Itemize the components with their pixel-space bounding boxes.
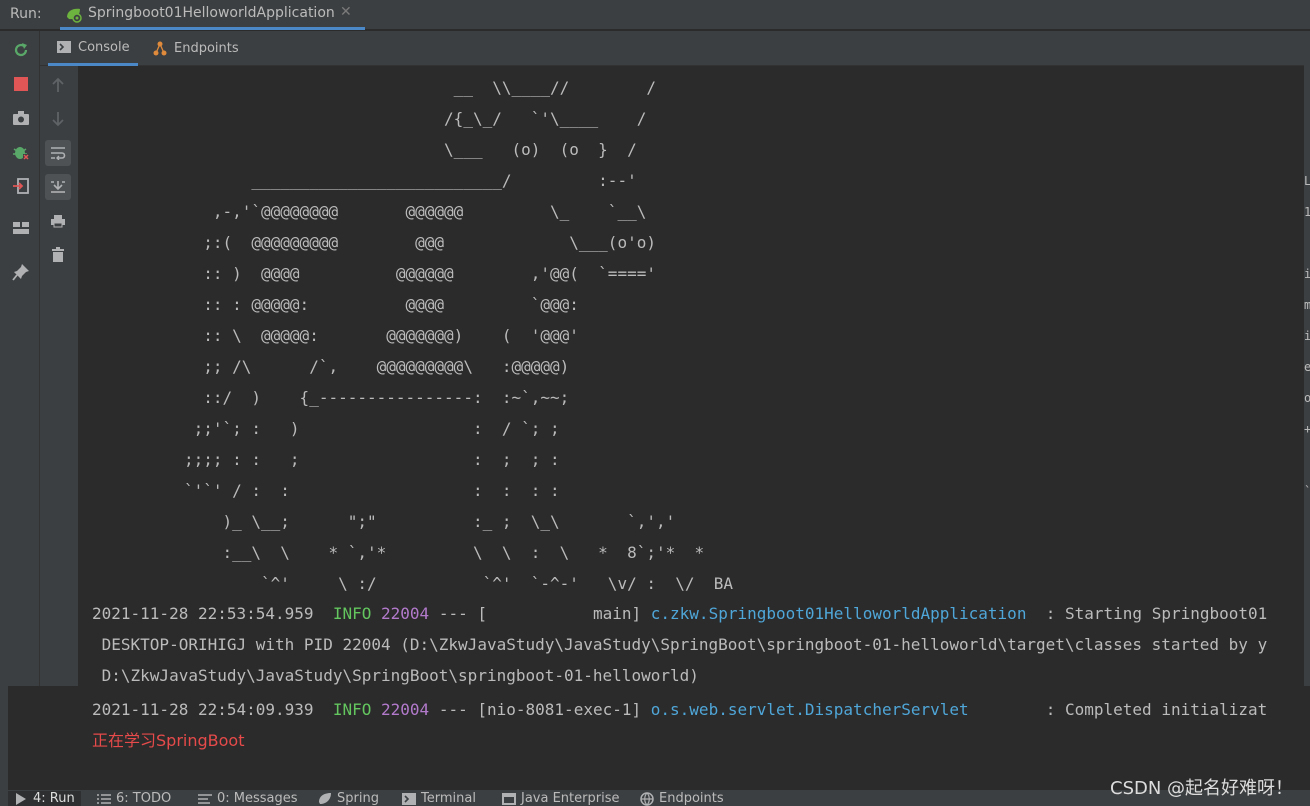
camera-icon[interactable] xyxy=(10,107,32,129)
run-toolbar xyxy=(0,31,40,686)
log-thread: [nio-8081-exec-1] xyxy=(477,700,642,719)
log-message: : Starting Springboot01 xyxy=(1036,604,1268,623)
arrow-up-icon[interactable] xyxy=(45,72,71,98)
log-pid: 22004 xyxy=(381,700,430,719)
log-line-dispatcher: 2021-11-28 22:54:09.939 INFO 22004 --- [… xyxy=(92,694,1267,725)
bottom-tab-messages-label: 0: Messages xyxy=(217,791,298,806)
bottom-tab-spring[interactable]: Spring xyxy=(318,791,379,806)
layout-icon[interactable] xyxy=(10,217,32,239)
edge-char: 1 xyxy=(1304,205,1310,219)
bottom-tab-spring-label: Spring xyxy=(337,791,379,806)
log-sep: --- xyxy=(438,604,468,623)
banner-line: ,-,'`@@@@@@@@ @@@@@@ \_ `__\ xyxy=(78,202,647,221)
banner-line: ::/ ) {_----------------: :~`,~~; xyxy=(78,388,570,407)
run-label: Run: xyxy=(10,6,42,22)
bottom-tab-run[interactable]: 4: Run xyxy=(8,791,81,806)
banner-line: \___ (o) (o } / xyxy=(78,140,637,159)
rerun-icon[interactable] xyxy=(10,39,32,61)
log-thread: [ main] xyxy=(477,604,642,623)
banner-line: :: ) @@@@ @@@@@@ ,'@@( `====' xyxy=(78,264,656,283)
banner-line: ;; /\ /`, @@@@@@@@@\ :@@@@@) xyxy=(78,357,570,376)
run-config-tab[interactable]: Springboot01HelloworldApplication ✕ xyxy=(60,0,365,30)
bottom-tab-terminal-label: Terminal xyxy=(421,791,476,806)
edge-char: e xyxy=(1304,360,1310,374)
bottom-tab-endpoints[interactable]: Endpoints xyxy=(640,791,724,806)
banner-line: `^' \ :/ `^' `-^-' \v/ : \/ BA xyxy=(78,574,734,593)
log-timestamp: 2021-11-28 22:54:09.939 xyxy=(92,700,314,719)
banner-line: )_ \__; ";" :_ ; \_\ `,',' xyxy=(78,512,676,531)
banner-line: `'`' / : : : : : : xyxy=(78,481,560,500)
run-sub-tabs: Console Endpoints xyxy=(40,31,1310,66)
run-tool-window-header: Run: Springboot01HelloworldApplication ✕ xyxy=(0,0,1310,30)
log-logger: c.zkw.Springboot01HelloworldApplication xyxy=(650,604,1027,623)
log-level: INFO xyxy=(332,604,372,623)
tab-endpoints[interactable]: Endpoints xyxy=(144,31,244,66)
tab-console-label: Console xyxy=(78,39,130,55)
edge-char: o xyxy=(1304,391,1310,405)
log-level: INFO xyxy=(332,700,372,719)
scroll-to-end-icon[interactable] xyxy=(45,174,71,200)
edge-char: L xyxy=(1304,174,1310,188)
log-line-continuation-1: DESKTOP-ORIHIGJ with PID 22004 (D:\ZkwJa… xyxy=(92,635,1268,654)
log-logger: o.s.web.servlet.DispatcherServlet xyxy=(650,700,969,719)
bottom-tab-todo[interactable]: 6: TODO xyxy=(97,791,171,806)
log-timestamp: 2021-11-28 22:53:54.959 xyxy=(92,604,314,623)
banner-line: ;;'`; : ) : / `; ; xyxy=(78,419,560,438)
close-tab-icon[interactable]: ✕ xyxy=(340,4,352,20)
console-toolbar xyxy=(40,66,78,686)
bottom-tab-run-label: 4: Run xyxy=(33,791,75,806)
endpoints-icon xyxy=(152,41,168,57)
log-line-continuation-2: D:\ZkwJavaStudy\JavaStudy\SpringBoot\spr… xyxy=(92,666,699,685)
bottom-tab-todo-label: 6: TODO xyxy=(116,791,172,806)
edge-char: ` xyxy=(1304,484,1310,498)
banner-line: :: : @@@@@: @@@@ `@@@: xyxy=(78,295,579,314)
bottom-tab-java-enterprise-label: Java Enterprise xyxy=(521,791,620,806)
edge-char: m xyxy=(1304,298,1310,312)
banner-line: /{_\_/ `'\____ / xyxy=(78,109,647,128)
spring-boot-app-icon xyxy=(65,7,83,23)
print-icon[interactable] xyxy=(45,208,71,234)
play-icon xyxy=(14,792,28,806)
tab-console[interactable]: Console xyxy=(48,31,138,66)
trash-icon[interactable] xyxy=(45,242,71,268)
debug-bug-icon[interactable] xyxy=(10,141,32,163)
bottom-tab-java-enterprise[interactable]: Java Enterprise xyxy=(502,791,619,806)
edge-char: i xyxy=(1304,329,1310,343)
edge-char: i xyxy=(1304,267,1310,281)
run-tab-title: Springboot01HelloworldApplication xyxy=(88,5,335,21)
spring-icon xyxy=(318,792,332,806)
banner-line: __ \\____// / xyxy=(78,78,656,97)
console-output[interactable]: __ \\____// / /{_\_/ `'\____ / \___ (o) … xyxy=(78,66,1304,686)
bottom-tab-endpoints-label: Endpoints xyxy=(659,791,724,806)
program-output-line: 正在学习SpringBoot xyxy=(92,731,245,750)
banner-line: __________________________/ :--' xyxy=(78,171,637,190)
banner-line: :: \ @@@@@: @@@@@@@) ( '@@@' xyxy=(78,326,579,345)
log-line-starting: 2021-11-28 22:53:54.959 INFO 22004 --- [… xyxy=(92,598,1267,629)
terminal-icon xyxy=(402,792,416,806)
bottom-tab-terminal[interactable]: Terminal xyxy=(402,791,476,806)
globe-icon xyxy=(640,791,654,806)
log-message: : Completed initializat xyxy=(978,700,1268,719)
csdn-watermark: CSDN @起名好难呀！ xyxy=(1110,778,1294,799)
banner-line: ;;;; : : ; : ; ; : xyxy=(78,450,560,469)
log-sep: --- xyxy=(438,700,468,719)
banner-line: ;:( @@@@@@@@@ @@@ \___(o'o) xyxy=(78,233,656,252)
banner-line: :__\ \ * `,'* \ \ : \ * 8`;'* * xyxy=(78,543,705,562)
log-pid: 22004 xyxy=(381,604,430,623)
list-icon xyxy=(97,792,111,806)
bottom-tab-messages[interactable]: 0: Messages xyxy=(198,791,298,806)
messages-icon xyxy=(198,792,212,806)
soft-wrap-icon[interactable] xyxy=(45,140,71,166)
arrow-down-icon[interactable] xyxy=(45,106,71,132)
pin-icon[interactable] xyxy=(10,261,32,283)
background-left-edge xyxy=(0,686,8,790)
exit-icon[interactable] xyxy=(10,175,32,197)
right-edge-strip xyxy=(1304,31,1310,686)
edge-char: + xyxy=(1304,422,1310,436)
tab-endpoints-label: Endpoints xyxy=(174,41,239,56)
java-enterprise-icon xyxy=(502,792,516,806)
console-icon xyxy=(56,39,72,55)
stop-icon[interactable] xyxy=(10,73,32,95)
